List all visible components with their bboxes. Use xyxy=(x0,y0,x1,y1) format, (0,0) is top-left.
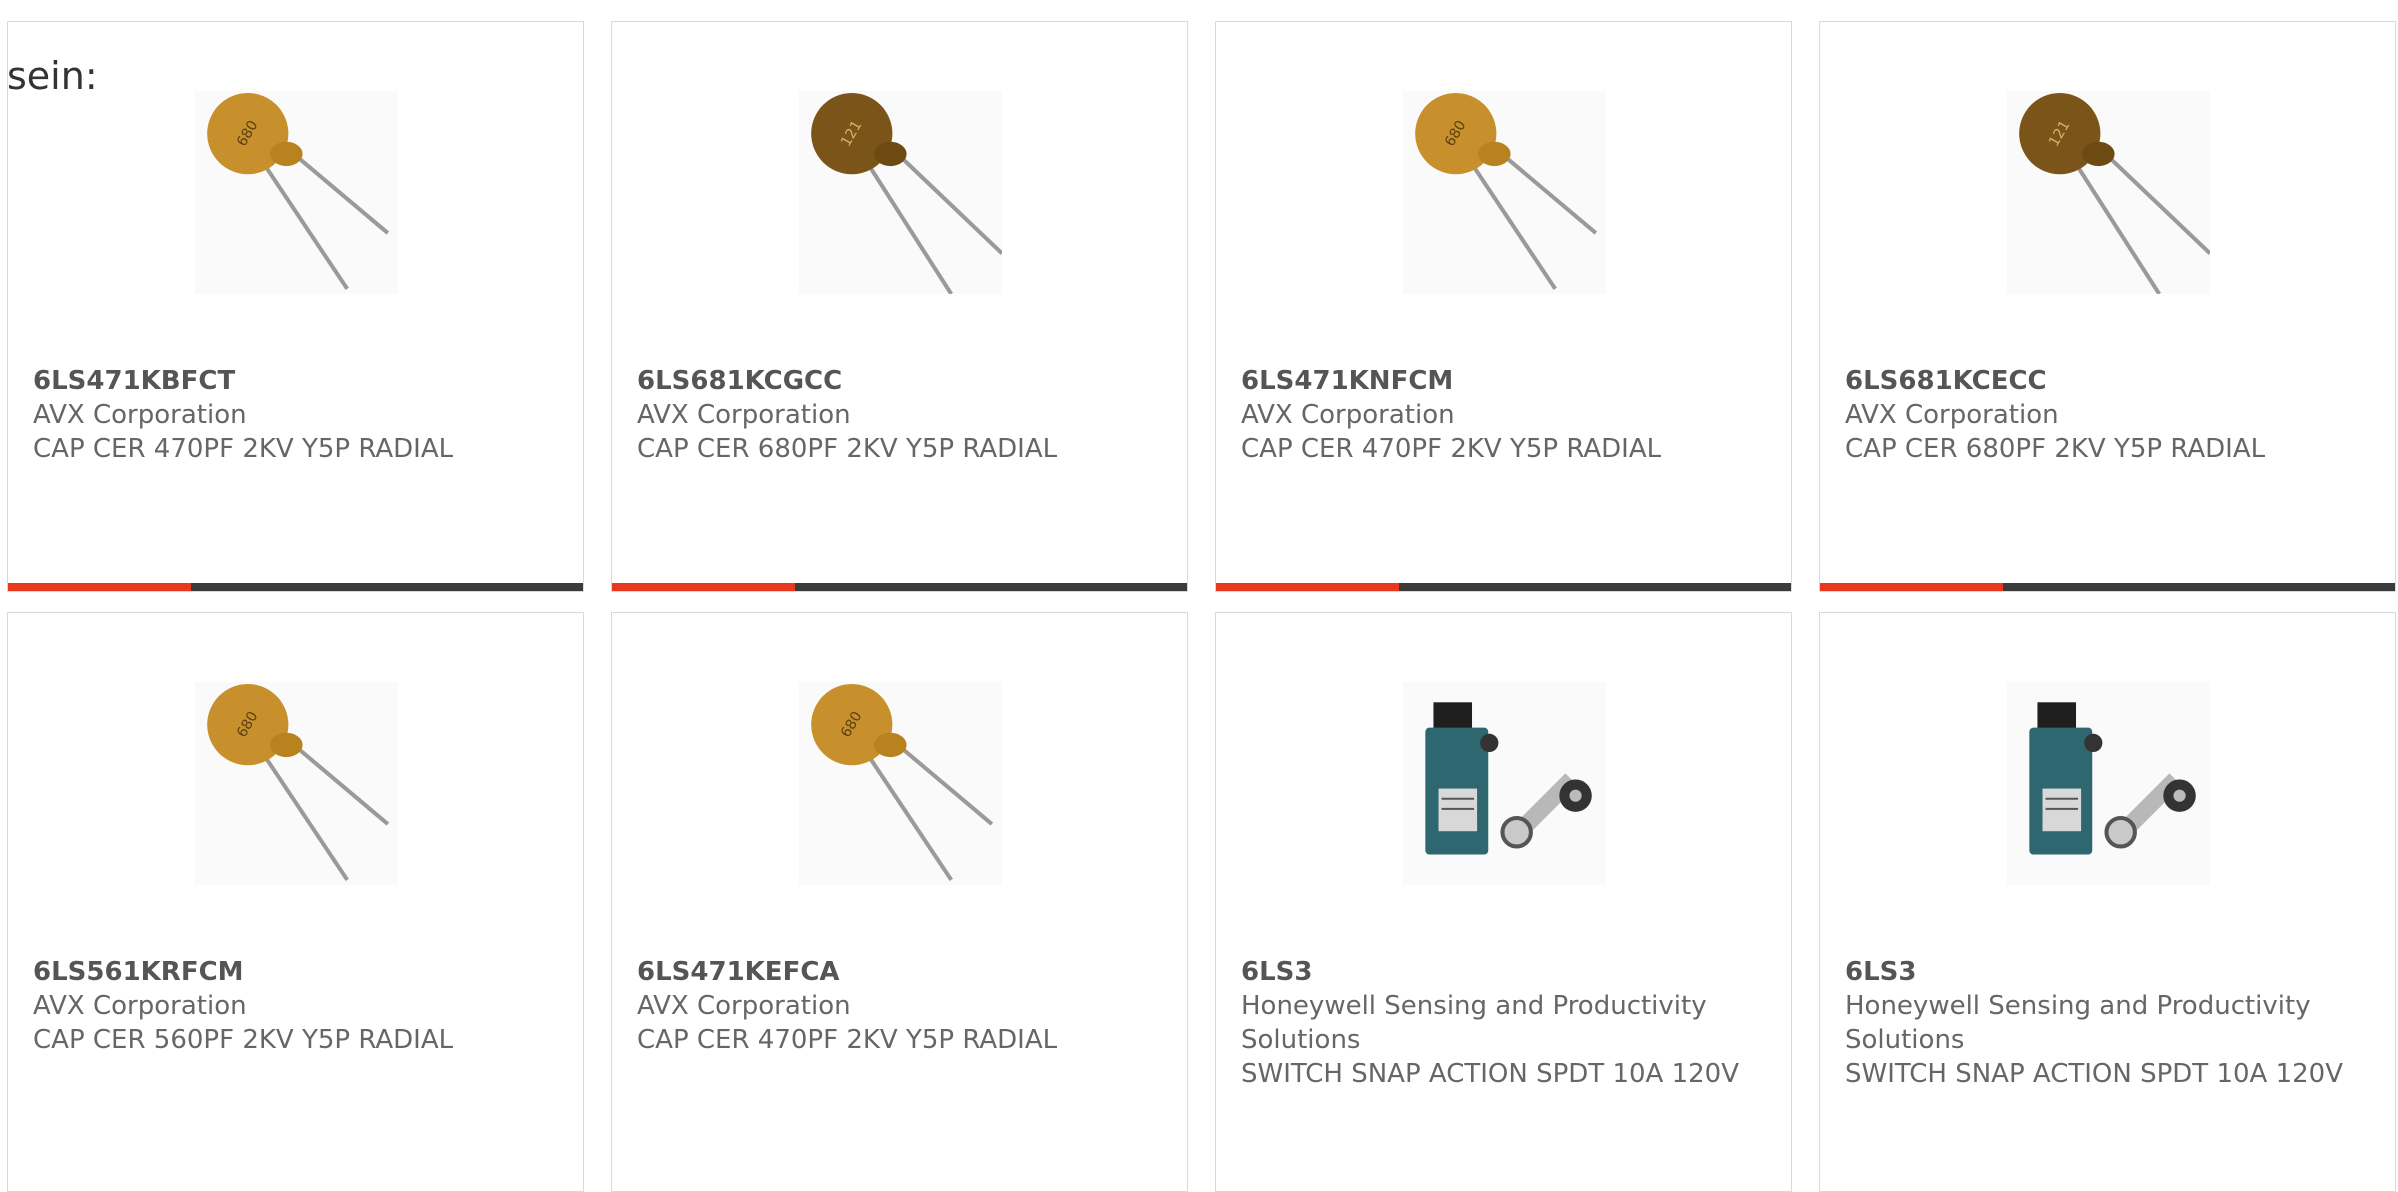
manufacturer: AVX Corporation xyxy=(637,991,851,1021)
ceramic-capacitor-icon: 680 xyxy=(799,682,1002,885)
card-bar-accent xyxy=(1216,583,1399,591)
product-info: 6LS3 Honeywell Sensing and Productivity … xyxy=(1845,955,2375,1091)
ceramic-capacitor-icon: 680 xyxy=(1403,91,1606,294)
product-info: 6LS471KEFCA AVX Corporation CAP CER 470P… xyxy=(637,955,1167,1057)
grid-label: sein: xyxy=(7,54,98,98)
ceramic-capacitor-icon: 680 xyxy=(195,91,398,294)
ceramic-capacitor-icon: 121 xyxy=(2007,91,2210,294)
card-bar xyxy=(1216,583,1791,591)
description: SWITCH SNAP ACTION SPDT 10A 120V xyxy=(1845,1059,2343,1089)
product-card[interactable]: 680 6LS471KBFCT AVX Corporation CAP CER … xyxy=(7,21,584,592)
limit-switch-icon xyxy=(1403,682,1606,885)
product-card[interactable]: 680 6LS471KNFCM AVX Corporation CAP CER … xyxy=(1215,21,1792,592)
manufacturer: AVX Corporation xyxy=(33,400,247,430)
product-info: 6LS681KCECC AVX Corporation CAP CER 680P… xyxy=(1845,364,2375,466)
product-card[interactable]: 121 6LS681KCGCC AVX Corporation CAP CER … xyxy=(611,21,1188,592)
limit-switch-icon xyxy=(2007,682,2210,885)
card-bar-accent xyxy=(8,583,191,591)
manufacturer: Honeywell Sensing and Productivity Solut… xyxy=(1845,991,2311,1055)
ceramic-capacitor-icon: 680 xyxy=(195,682,398,885)
card-bar xyxy=(1820,583,2395,591)
product-card[interactable]: 680 6LS561KRFCM AVX Corporation CAP CER … xyxy=(7,612,584,1192)
product-card[interactable]: 6LS3 Honeywell Sensing and Productivity … xyxy=(1215,612,1792,1192)
product-info: 6LS471KNFCM AVX Corporation CAP CER 470P… xyxy=(1241,364,1771,466)
part-number[interactable]: 6LS3 xyxy=(1241,955,1771,989)
ceramic-capacitor-icon: 121 xyxy=(799,91,1002,294)
description: CAP CER 470PF 2KV Y5P RADIAL xyxy=(637,1025,1058,1055)
product-info: 6LS471KBFCT AVX Corporation CAP CER 470P… xyxy=(33,364,563,466)
part-number[interactable]: 6LS471KNFCM xyxy=(1241,364,1771,398)
part-number[interactable]: 6LS3 xyxy=(1845,955,2375,989)
manufacturer: AVX Corporation xyxy=(637,400,851,430)
product-card[interactable]: 680 6LS471KEFCA AVX Corporation CAP CER … xyxy=(611,612,1188,1192)
product-card[interactable]: 6LS3 Honeywell Sensing and Productivity … xyxy=(1819,612,2396,1192)
part-number[interactable]: 6LS681KCECC xyxy=(1845,364,2375,398)
part-number[interactable]: 6LS471KBFCT xyxy=(33,364,563,398)
description: CAP CER 470PF 2KV Y5P RADIAL xyxy=(33,434,454,464)
manufacturer: Honeywell Sensing and Productivity Solut… xyxy=(1241,991,1707,1055)
part-number[interactable]: 6LS681KCGCC xyxy=(637,364,1167,398)
card-bar xyxy=(8,583,583,591)
product-info: 6LS681KCGCC AVX Corporation CAP CER 680P… xyxy=(637,364,1167,466)
description: CAP CER 560PF 2KV Y5P RADIAL xyxy=(33,1025,454,1055)
product-card[interactable]: 121 6LS681KCECC AVX Corporation CAP CER … xyxy=(1819,21,2396,592)
manufacturer: AVX Corporation xyxy=(1241,400,1455,430)
description: CAP CER 680PF 2KV Y5P RADIAL xyxy=(637,434,1058,464)
description: SWITCH SNAP ACTION SPDT 10A 120V xyxy=(1241,1059,1739,1089)
manufacturer: AVX Corporation xyxy=(33,991,247,1021)
description: CAP CER 680PF 2KV Y5P RADIAL xyxy=(1845,434,2266,464)
card-bar xyxy=(612,583,1187,591)
card-bar-accent xyxy=(612,583,795,591)
product-info: 6LS561KRFCM AVX Corporation CAP CER 560P… xyxy=(33,955,563,1057)
card-bar-accent xyxy=(1820,583,2003,591)
product-info: 6LS3 Honeywell Sensing and Productivity … xyxy=(1241,955,1771,1091)
part-number[interactable]: 6LS561KRFCM xyxy=(33,955,563,989)
part-number[interactable]: 6LS471KEFCA xyxy=(637,955,1167,989)
description: CAP CER 470PF 2KV Y5P RADIAL xyxy=(1241,434,1662,464)
manufacturer: AVX Corporation xyxy=(1845,400,2059,430)
